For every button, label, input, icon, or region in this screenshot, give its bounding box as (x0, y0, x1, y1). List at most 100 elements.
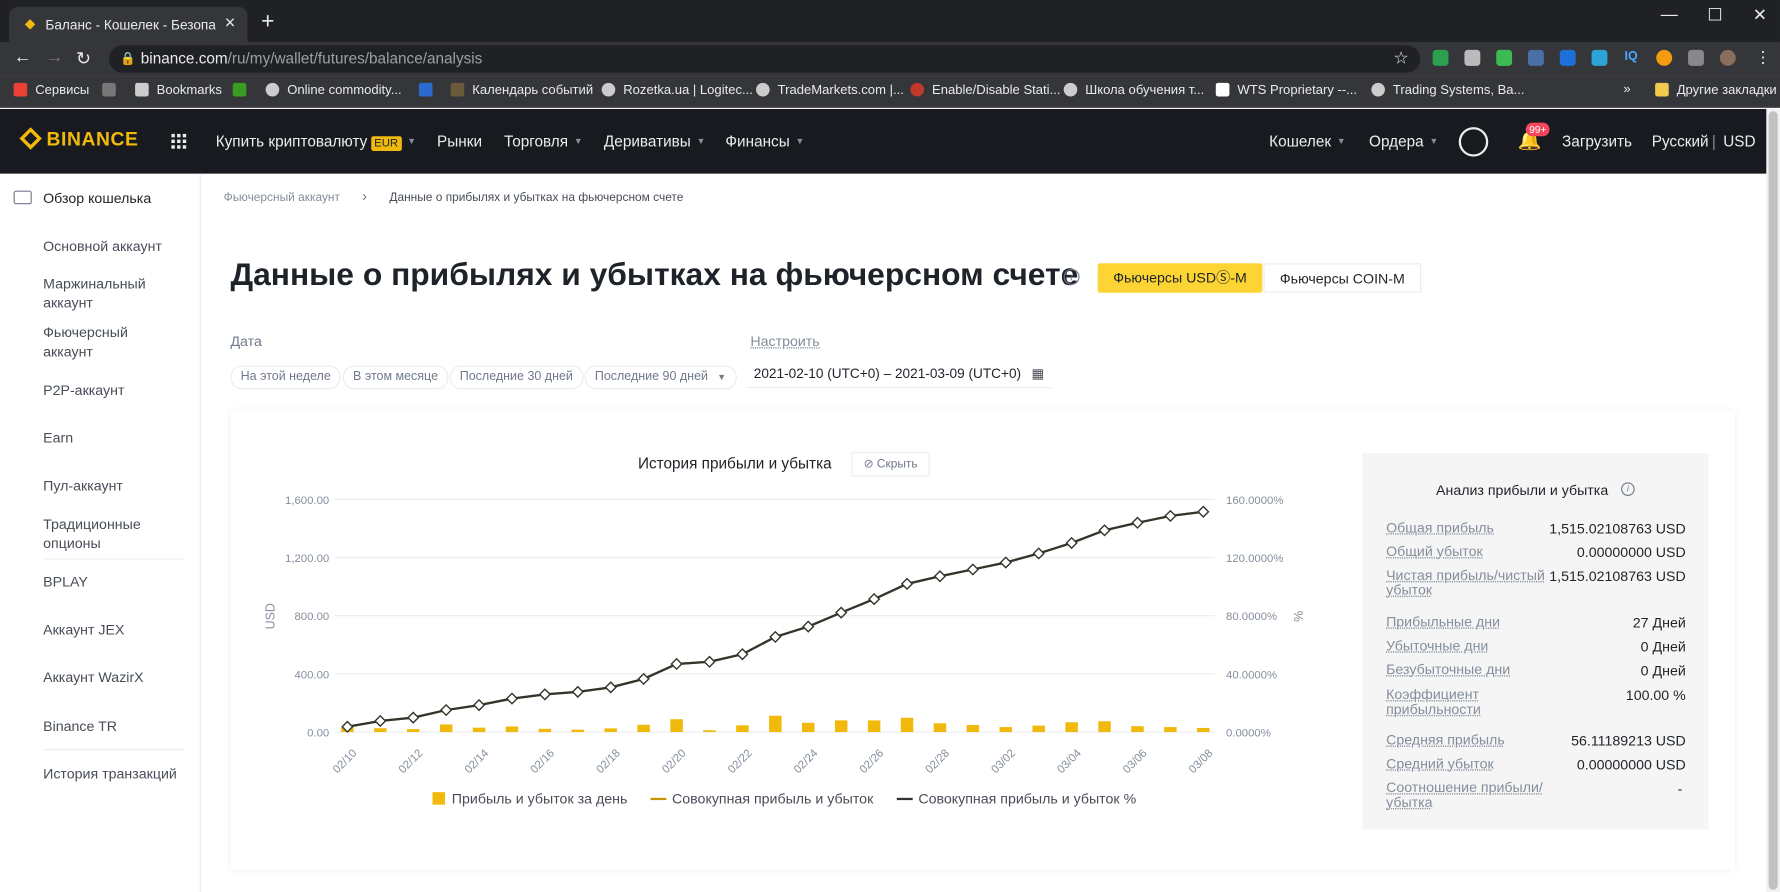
analysis-row-value: 0.00000000 USD (1576, 756, 1686, 773)
extension-icon[interactable] (1527, 49, 1544, 66)
other-bookmarks[interactable]: Другие закладки (1655, 82, 1777, 98)
extension-icon[interactable] (1559, 49, 1576, 66)
analysis-row-label[interactable]: Средняя прибыль (1386, 733, 1568, 748)
breadcrumb-parent[interactable]: Фьючерсный аккаунт (224, 191, 340, 205)
bookmark-item[interactable]: TradeMarkets.com |... (756, 82, 904, 98)
sidebar-item-wazirx[interactable]: Аккаунт WazirX (43, 668, 179, 687)
bookmark-item[interactable]: Сервисы (13, 82, 90, 98)
bookmarks-more-icon[interactable]: » (1623, 83, 1630, 97)
nav-finance[interactable]: Финансы ▼ (725, 133, 804, 150)
chip-this-week[interactable]: На этой неделе (230, 365, 342, 390)
bookmark-item[interactable]: Rozetka.ua | Logitec... (601, 82, 753, 98)
menu-kebab-icon[interactable]: ⋮ (1755, 48, 1771, 67)
analysis-row-label[interactable]: Чистая прибыль/чистый убыток (1386, 568, 1556, 599)
extension-icon[interactable] (1496, 49, 1513, 66)
bookmark-item[interactable]: WTS Proprietary --... (1215, 82, 1357, 98)
nav-wallet[interactable]: Кошелек ▼ (1269, 133, 1346, 150)
date-range-input[interactable]: 2021-02-10 (UTC+0) – 2021-03-09 (UTC+0) ▦ (746, 361, 1052, 389)
info-icon[interactable]: i (1621, 482, 1635, 496)
nav-markets[interactable]: Рынки (437, 133, 482, 150)
sidebar-item-spot[interactable]: Основной аккаунт (43, 237, 179, 256)
forward-icon[interactable]: → (45, 48, 63, 68)
back-icon[interactable]: ← (14, 48, 32, 68)
sidebar-item-transaction-history[interactable]: История транзакций (43, 765, 179, 784)
binance-logo[interactable]: BINANCE (19, 127, 139, 151)
bar (1131, 726, 1144, 733)
analysis-row-label[interactable]: Безубыточные дни (1386, 662, 1568, 678)
bookmark-item[interactable]: Trading Systems, Ba... (1371, 82, 1524, 98)
bar (1032, 725, 1045, 733)
extension-icon[interactable] (1432, 49, 1449, 66)
nav-trade[interactable]: Торговля ▼ (504, 133, 583, 150)
analysis-row-label[interactable]: Соотношение прибыли/убытка (1386, 780, 1568, 811)
apps-grid-icon[interactable] (171, 133, 187, 149)
calendar-icon[interactable]: ▦ (1032, 361, 1045, 386)
bookmark-item[interactable]: Школа обучения т... (1063, 82, 1204, 98)
legend-cumulative-pnl-pct[interactable]: Совокупная прибыль и убыток % (896, 791, 1136, 807)
analysis-row-label[interactable]: Убыточные дни (1386, 638, 1568, 654)
extension-icon[interactable] (1656, 49, 1673, 66)
sidebar-item-bplay[interactable]: BPLAY (43, 573, 179, 592)
toggle-coinm-futures[interactable]: Фьючерсы COIN-M (1263, 263, 1422, 293)
bookmark-star-icon[interactable]: ☆ (1394, 48, 1409, 68)
minimize-icon[interactable]: — (1661, 5, 1678, 24)
cumulative-pnl-pct-point (868, 593, 881, 606)
browser-tab[interactable]: Баланс - Кошелек - Безопасно × (9, 6, 248, 42)
sidebar-item-futures[interactable]: Фьючерсный аккаунт (43, 323, 179, 362)
bookmarks-bar: Сервисы Bookmarks Online commodity... Ка… (0, 76, 1780, 108)
puzzle-icon[interactable] (1688, 49, 1704, 66)
nav-buy-crypto[interactable]: Купить криптовалюту EUR ▼ (216, 133, 416, 151)
tab-title: Баланс - Кошелек - Безопасно (45, 17, 216, 33)
nav-derivatives[interactable]: Деривативы ▼ (604, 133, 706, 150)
analysis-row-value: 0 Дней (1640, 638, 1686, 655)
bookmark-item[interactable] (102, 82, 124, 98)
bookmark-item[interactable] (418, 82, 441, 98)
sidebar-item-jex[interactable]: Аккаунт JEX (43, 621, 179, 640)
download-link[interactable]: Загрузить (1562, 133, 1632, 150)
user-account-icon[interactable] (1458, 127, 1489, 157)
analysis-row-label[interactable]: Средний убыток (1386, 756, 1568, 772)
profile-avatar-icon[interactable] (1719, 49, 1736, 66)
analysis-row-label[interactable]: Прибыльные дни (1386, 615, 1568, 630)
language-selector[interactable]: Русский (1652, 133, 1709, 150)
sidebar-item-wallet-overview[interactable]: Обзор кошелька (43, 190, 179, 209)
scrollbar-thumb[interactable] (1768, 111, 1778, 890)
bookmark-item[interactable]: Bookmarks (135, 82, 222, 98)
extension-icon[interactable] (1591, 49, 1608, 66)
bookmark-item[interactable]: Enable/Disable Stati... (910, 82, 1060, 98)
legend-daily-pnl[interactable]: Прибыль и убыток за день (432, 791, 627, 807)
sidebar-divider (43, 558, 184, 560)
maximize-icon[interactable]: ☐ (1707, 5, 1722, 25)
hide-chart-button[interactable]: ⊘ Скрыть (851, 451, 930, 477)
extension-icon[interactable] (1464, 49, 1481, 66)
info-icon[interactable]: i (1063, 268, 1080, 285)
sidebar-item-options[interactable]: Традиционные опционы (43, 515, 179, 554)
close-window-icon[interactable]: ✕ (1753, 5, 1767, 25)
new-tab-icon[interactable]: + (261, 9, 274, 35)
sidebar-item-pool[interactable]: Пул-аккаунт (43, 477, 179, 496)
analysis-row-label[interactable]: Общий убыток (1386, 544, 1568, 560)
reload-icon[interactable]: ↻ (76, 48, 91, 71)
bookmark-item[interactable]: Календарь событий (450, 82, 593, 98)
chip-last-90-days[interactable]: Последние 90 дней ▼ (584, 365, 737, 390)
nav-orders[interactable]: Ордера ▼ (1369, 133, 1438, 150)
analysis-row-value: 0 Дней (1640, 662, 1686, 679)
sidebar-item-earn[interactable]: Earn (43, 429, 179, 448)
chip-this-month[interactable]: В этом месяце (342, 365, 449, 390)
analysis-row-label[interactable]: Коэффициент прибыльности (1386, 687, 1568, 718)
currency-selector[interactable]: USD (1723, 133, 1755, 150)
url-input[interactable]: 🔒 binance.com/ru/my/wallet/futures/balan… (108, 45, 1421, 73)
toggle-usdm-futures[interactable]: Фьючерсы USDⓈ-M (1097, 263, 1263, 293)
close-tab-icon[interactable]: × (225, 14, 236, 34)
sidebar-item-margin[interactable]: Маржинальный аккаунт (43, 275, 179, 314)
analysis-row-label[interactable]: Общая прибыль (1386, 520, 1568, 536)
legend-cumulative-pnl[interactable]: Совокупная прибыль и убыток (650, 791, 873, 807)
chip-last-30-days[interactable]: Последние 30 дней (449, 365, 584, 390)
bookmark-item[interactable]: Online commodity... (265, 82, 402, 98)
x-tick-label: 02/20 (660, 747, 689, 776)
sidebar-item-binance-tr[interactable]: Binance TR (43, 717, 179, 736)
iq-extension-icon[interactable]: IQ (1624, 50, 1637, 64)
bookmark-item[interactable] (232, 82, 255, 98)
sidebar-item-p2p[interactable]: P2P-аккаунт (43, 381, 179, 400)
page-title: Данные о прибылях и убытках на фьючерсно… (230, 256, 1079, 292)
